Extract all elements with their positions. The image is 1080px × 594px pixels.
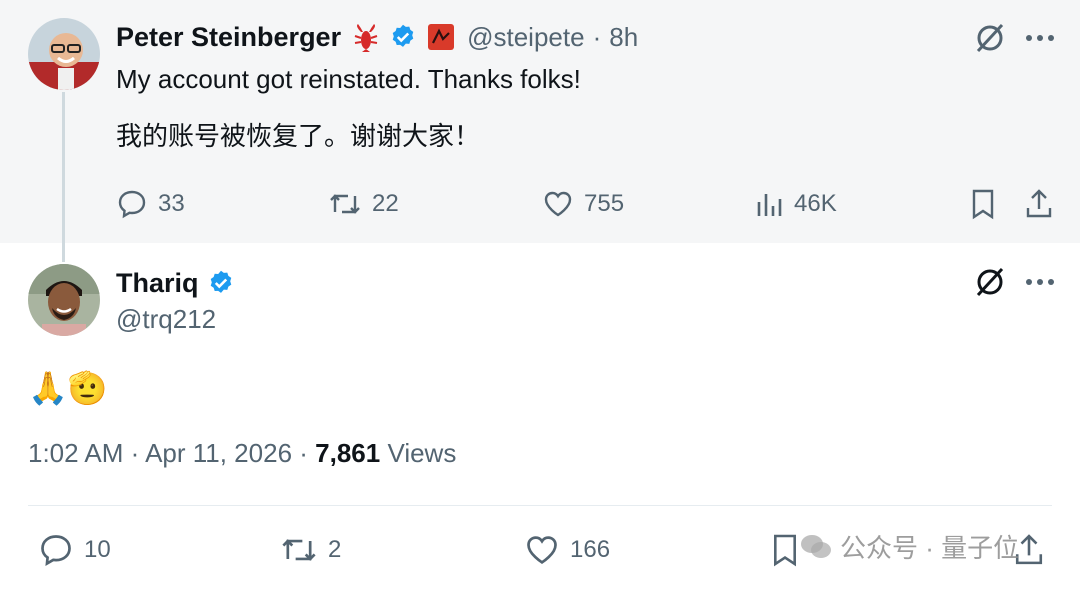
main-author-row: Thariq xyxy=(116,264,235,302)
repost-icon xyxy=(328,188,362,220)
quoted-repost-count: 22 xyxy=(372,190,399,217)
avatar-peter[interactable] xyxy=(28,18,100,90)
grok-icon[interactable] xyxy=(970,20,1010,56)
more-options-icon[interactable] xyxy=(1022,20,1058,56)
quoted-text-chinese: 我的账号被恢复了。谢谢大家！ xyxy=(116,121,481,151)
main-author-name[interactable]: Thariq xyxy=(116,268,199,299)
quoted-share-icon[interactable] xyxy=(1022,186,1056,222)
quoted-views-button[interactable]: 46K xyxy=(756,188,837,220)
quoted-like-button[interactable]: 755 xyxy=(542,188,624,220)
more-options-icon[interactable] xyxy=(1022,264,1058,300)
verified-badge-icon xyxy=(389,23,417,51)
main-repost-count: 2 xyxy=(328,536,342,563)
views-count: 7,861 xyxy=(315,438,381,468)
quoted-reply-button[interactable]: 33 xyxy=(116,188,185,220)
main-tweet-body: 🙏🫡 xyxy=(28,370,108,406)
main-like-button[interactable]: 166 xyxy=(524,532,610,568)
main-repost-button[interactable]: 2 xyxy=(280,532,341,568)
heart-icon xyxy=(542,188,574,220)
quoted-author-row: Peter Steinberger @steipete · 8h xyxy=(116,18,638,56)
watermark: 公众号 · 量子位 xyxy=(800,528,1019,565)
heart-icon xyxy=(524,532,560,568)
wechat-icon xyxy=(800,533,832,561)
tweet-timestamp-row: 1:02 AM · Apr 11, 2026 · 7,861 Views xyxy=(28,438,456,469)
main-like-count: 166 xyxy=(570,536,611,563)
main-handle[interactable]: @trq212 xyxy=(116,304,216,335)
verified-badge-icon xyxy=(207,269,235,297)
main-reply-button[interactable]: 10 xyxy=(38,532,111,568)
divider xyxy=(28,505,1052,506)
tweet-timestamp[interactable]: 1:02 AM · Apr 11, 2026 · xyxy=(28,438,315,468)
lobster-emoji-icon xyxy=(351,22,381,52)
reply-icon xyxy=(116,188,148,220)
affiliate-badge-icon xyxy=(427,23,455,51)
quoted-handle[interactable]: @steipete xyxy=(467,22,584,53)
views-label: Views xyxy=(380,438,457,468)
reply-icon xyxy=(38,532,74,568)
thread-line xyxy=(62,92,65,262)
quoted-reply-count: 33 xyxy=(158,190,185,217)
dot-separator: · xyxy=(592,21,602,52)
main-bookmark-icon[interactable] xyxy=(768,530,802,570)
grok-icon[interactable] xyxy=(970,264,1010,300)
main-reply-count: 10 xyxy=(84,536,111,563)
analytics-icon xyxy=(756,188,784,220)
quoted-time[interactable]: 8h xyxy=(609,22,638,53)
quoted-repost-button[interactable]: 22 xyxy=(328,188,399,220)
repost-icon xyxy=(280,532,318,568)
quoted-like-count: 755 xyxy=(584,190,625,217)
avatar-thariq[interactable] xyxy=(28,264,100,336)
quoted-bookmark-icon[interactable] xyxy=(966,186,1000,222)
quoted-text-english: My account got reinstated. Thanks folks! xyxy=(116,64,581,94)
quoted-author-name[interactable]: Peter Steinberger xyxy=(116,22,341,53)
watermark-text: 公众号 · 量子位 xyxy=(840,533,1020,563)
quoted-views-count: 46K xyxy=(794,190,837,217)
